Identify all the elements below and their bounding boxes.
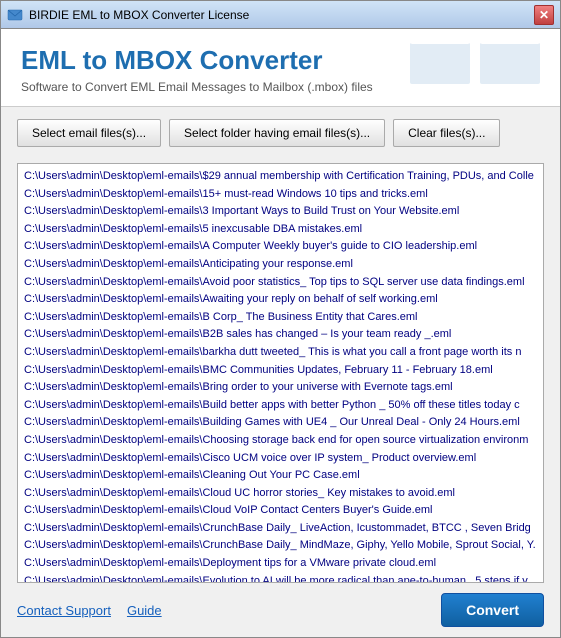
list-item: C:\Users\admin\Desktop\eml-emails\$29 an…	[24, 168, 537, 186]
list-item: C:\Users\admin\Desktop\eml-emails\BMC Co…	[24, 362, 537, 380]
footer: Contact Support Guide Convert	[1, 583, 560, 637]
guide-link[interactable]: Guide	[127, 603, 162, 618]
contact-support-link[interactable]: Contact Support	[17, 603, 111, 618]
list-item: C:\Users\admin\Desktop\eml-emails\Awaiti…	[24, 291, 537, 309]
envelope-decoration	[410, 39, 540, 84]
footer-links: Contact Support Guide	[17, 603, 162, 618]
list-item: C:\Users\admin\Desktop\eml-emails\Evolut…	[24, 573, 537, 583]
app-icon	[7, 7, 23, 23]
select-folder-button[interactable]: Select folder having email files(s)...	[169, 119, 385, 147]
content-area: C:\Users\admin\Desktop\eml-emails\$29 an…	[1, 159, 560, 583]
list-item: C:\Users\admin\Desktop\eml-emails\Cisco …	[24, 450, 537, 468]
title-bar: BIRDIE EML to MBOX Converter License ✕	[1, 1, 560, 29]
title-bar-text: BIRDIE EML to MBOX Converter License	[29, 8, 249, 22]
header-section: EML to MBOX Converter Software to Conver…	[1, 29, 560, 107]
list-item: C:\Users\admin\Desktop\eml-emails\Bring …	[24, 379, 537, 397]
close-button[interactable]: ✕	[534, 5, 554, 25]
list-item: C:\Users\admin\Desktop\eml-emails\B2B sa…	[24, 326, 537, 344]
file-list-container[interactable]: C:\Users\admin\Desktop\eml-emails\$29 an…	[17, 163, 544, 583]
list-item: C:\Users\admin\Desktop\eml-emails\Build …	[24, 397, 537, 415]
list-item: C:\Users\admin\Desktop\eml-emails\B Corp…	[24, 309, 537, 327]
list-item: C:\Users\admin\Desktop\eml-emails\Cleani…	[24, 467, 537, 485]
main-window: BIRDIE EML to MBOX Converter License ✕ E…	[0, 0, 561, 638]
title-bar-left: BIRDIE EML to MBOX Converter License	[7, 7, 249, 23]
list-item: C:\Users\admin\Desktop\eml-emails\Antici…	[24, 256, 537, 274]
list-item: C:\Users\admin\Desktop\eml-emails\Crunch…	[24, 537, 537, 555]
list-item: C:\Users\admin\Desktop\eml-emails\Crunch…	[24, 520, 537, 538]
toolbar: Select email files(s)... Select folder h…	[1, 107, 560, 159]
list-item: C:\Users\admin\Desktop\eml-emails\Cloud …	[24, 502, 537, 520]
list-item: C:\Users\admin\Desktop\eml-emails\Cloud …	[24, 485, 537, 503]
list-item: C:\Users\admin\Desktop\eml-emails\3 Impo…	[24, 203, 537, 221]
file-list: C:\Users\admin\Desktop\eml-emails\$29 an…	[18, 164, 543, 583]
list-item: C:\Users\admin\Desktop\eml-emails\Deploy…	[24, 555, 537, 573]
list-item: C:\Users\admin\Desktop\eml-emails\Avoid …	[24, 274, 537, 292]
list-item: C:\Users\admin\Desktop\eml-emails\5 inex…	[24, 221, 537, 239]
list-item: C:\Users\admin\Desktop\eml-emails\Buildi…	[24, 414, 537, 432]
list-item: C:\Users\admin\Desktop\eml-emails\15+ mu…	[24, 186, 537, 204]
select-files-button[interactable]: Select email files(s)...	[17, 119, 161, 147]
list-item: C:\Users\admin\Desktop\eml-emails\Choosi…	[24, 432, 537, 450]
clear-files-button[interactable]: Clear files(s)...	[393, 119, 500, 147]
convert-button[interactable]: Convert	[441, 593, 544, 627]
list-item: C:\Users\admin\Desktop\eml-emails\A Comp…	[24, 238, 537, 256]
list-item: C:\Users\admin\Desktop\eml-emails\barkha…	[24, 344, 537, 362]
